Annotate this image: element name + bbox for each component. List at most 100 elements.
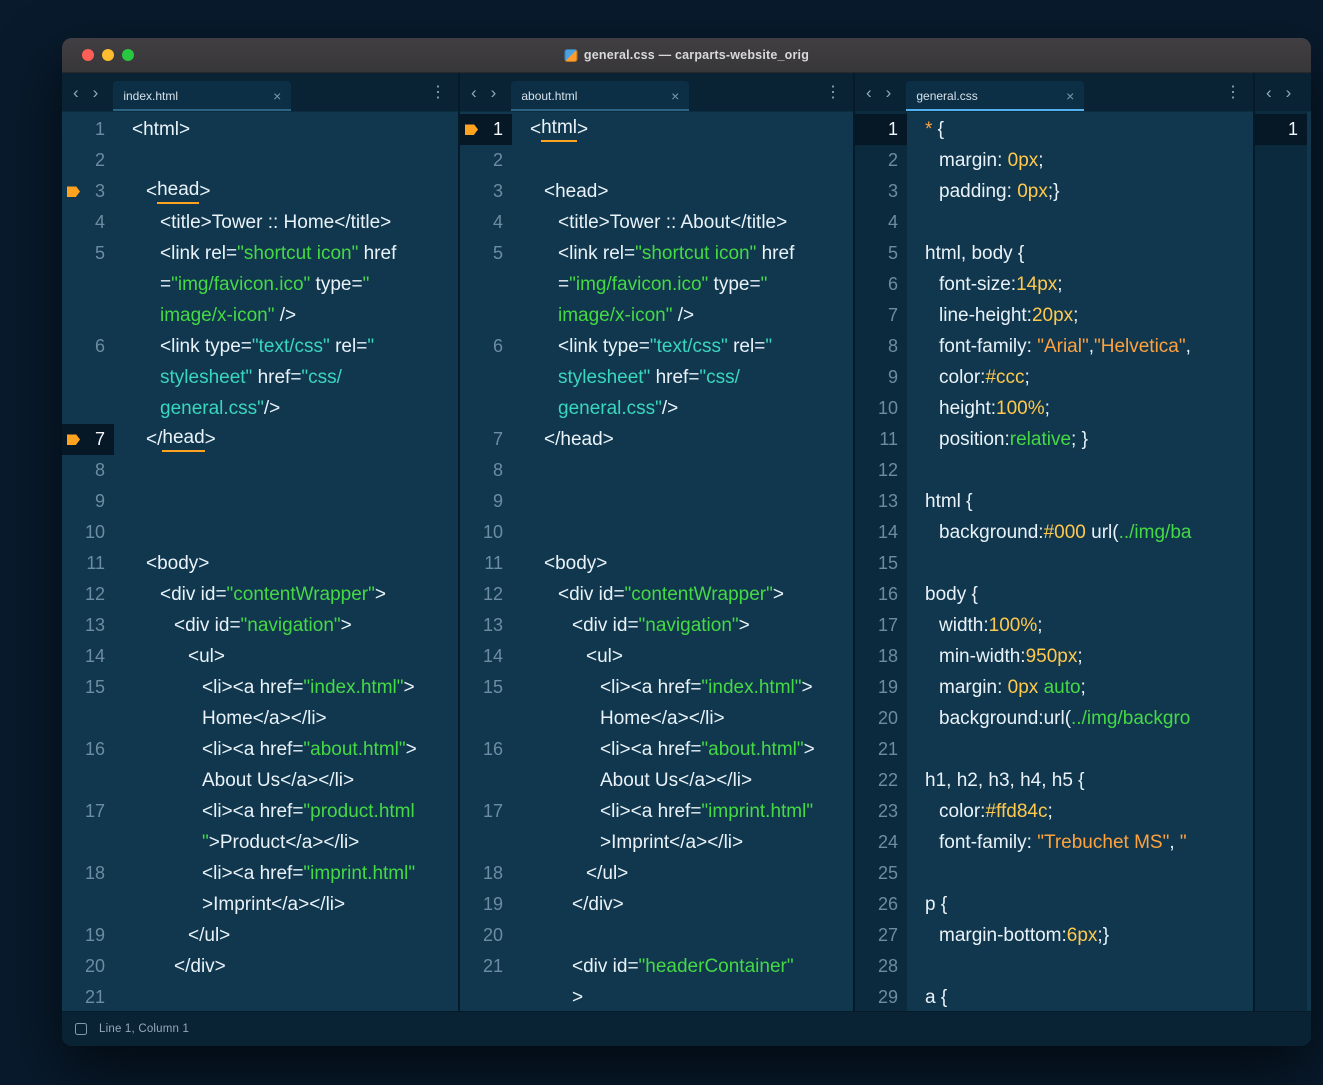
line-number[interactable]: 20	[460, 920, 512, 951]
line-number[interactable]: 10	[855, 393, 907, 424]
code-line[interactable]: image/x-icon" />	[512, 300, 853, 331]
line-number[interactable]: 13	[460, 610, 512, 641]
code-line[interactable]: padding: 0px;}	[907, 176, 1253, 207]
line-number[interactable]: 5	[62, 238, 114, 269]
code-line[interactable]: About Us</a></li>	[114, 765, 458, 796]
nav-back-icon[interactable]: ‹	[466, 84, 482, 101]
code-line[interactable]: <div id="navigation">	[512, 610, 853, 641]
code-line[interactable]: line-height:20px;	[907, 300, 1253, 331]
code-line[interactable]: body {	[907, 579, 1253, 610]
code-line[interactable]: background:url(../img/backgro	[907, 703, 1253, 734]
sidebar-toggle-icon[interactable]	[75, 1023, 87, 1035]
line-number[interactable]: 16	[460, 734, 512, 765]
code-line[interactable]: </ul>	[512, 858, 853, 889]
code-line[interactable]: <ul>	[512, 641, 853, 672]
code-line[interactable]	[907, 734, 1253, 765]
code-line[interactable]: <li><a href="index.html">	[114, 672, 458, 703]
line-number[interactable]: 24	[855, 827, 907, 858]
close-tab-icon[interactable]: ×	[671, 89, 679, 103]
line-number[interactable]: 17	[62, 796, 114, 827]
code-line[interactable]	[907, 455, 1253, 486]
line-number[interactable]: 8	[855, 331, 907, 362]
line-number[interactable]: 20	[62, 951, 114, 982]
line-number[interactable]: 14	[855, 517, 907, 548]
code-line[interactable]: <head>	[512, 176, 853, 207]
line-number[interactable]: 21	[855, 734, 907, 765]
line-number[interactable]	[460, 393, 512, 424]
line-number[interactable]: 12	[855, 455, 907, 486]
code-line[interactable]: About Us</a></li>	[512, 765, 853, 796]
line-number[interactable]: 12	[460, 579, 512, 610]
code-line[interactable]	[512, 455, 853, 486]
tab-overflow-icon[interactable]: ⋮	[1219, 82, 1247, 102]
line-number[interactable]: 11	[460, 548, 512, 579]
code-line[interactable]: font-family: "Arial","Helvetica",	[907, 331, 1253, 362]
line-number[interactable]: 10	[460, 517, 512, 548]
line-number[interactable]: 19	[855, 672, 907, 703]
code-line[interactable]: general.css"/>	[114, 393, 458, 424]
line-number[interactable]: 5	[855, 238, 907, 269]
line-number[interactable]	[460, 703, 512, 734]
code-line[interactable]: ="img/favicon.ico" type="	[114, 269, 458, 300]
code-line[interactable]: </ul>	[114, 920, 458, 951]
line-number[interactable]: 8	[460, 455, 512, 486]
code-line[interactable]	[512, 145, 853, 176]
close-tab-icon[interactable]: ×	[273, 89, 281, 103]
line-number[interactable]: 1	[1255, 114, 1307, 145]
line-number[interactable]: 28	[855, 951, 907, 982]
line-number[interactable]: 9	[62, 486, 114, 517]
line-number[interactable]	[62, 765, 114, 796]
line-number[interactable]: 11	[855, 424, 907, 455]
line-number[interactable]: 15	[62, 672, 114, 703]
line-number[interactable]: 29	[855, 982, 907, 1011]
zoom-window-button[interactable]	[122, 49, 134, 61]
code-line[interactable]: <li><a href="about.html">	[114, 734, 458, 765]
line-number[interactable]	[460, 827, 512, 858]
code-line[interactable]: ">Product</a></li>	[114, 827, 458, 858]
tab-overflow-icon[interactable]: ⋮	[424, 82, 452, 102]
code-line[interactable]	[907, 858, 1253, 889]
code-line[interactable]	[512, 486, 853, 517]
window-titlebar[interactable]: general.css — carparts-website_orig	[62, 38, 1311, 73]
line-number[interactable]: 2	[855, 145, 907, 176]
line-number[interactable]: 17	[855, 610, 907, 641]
code-line[interactable]: <link type="text/css" rel="	[512, 331, 853, 362]
line-number[interactable]: 6	[460, 331, 512, 362]
close-window-button[interactable]	[82, 49, 94, 61]
line-number[interactable]	[460, 300, 512, 331]
line-number[interactable]: 27	[855, 920, 907, 951]
code-line[interactable]: </head>	[114, 424, 458, 455]
line-number[interactable]: 25	[855, 858, 907, 889]
line-number[interactable]: 7	[62, 424, 114, 455]
line-number[interactable]: 19	[62, 920, 114, 951]
code-line[interactable]: position:relative; }	[907, 424, 1253, 455]
tab-overflow-icon[interactable]: ⋮	[819, 82, 847, 102]
code-line[interactable]: </head>	[512, 424, 853, 455]
code-line[interactable]: margin: 0px;	[907, 145, 1253, 176]
line-number[interactable]: 4	[62, 207, 114, 238]
code-line[interactable]	[114, 455, 458, 486]
code-line[interactable]: <div id="headerContainer"	[512, 951, 853, 982]
code-line[interactable]: stylesheet" href="css/	[114, 362, 458, 393]
line-number[interactable]: 3	[62, 176, 114, 207]
code-line[interactable]: * {	[907, 114, 1253, 145]
nav-forward-icon[interactable]: ›	[881, 84, 897, 101]
line-number[interactable]	[460, 362, 512, 393]
code-line[interactable]	[114, 145, 458, 176]
code-line[interactable]: html {	[907, 486, 1253, 517]
nav-back-icon[interactable]: ‹	[68, 84, 84, 101]
line-number[interactable]: 9	[855, 362, 907, 393]
code-line[interactable]: <link type="text/css" rel="	[114, 331, 458, 362]
line-number[interactable]: 10	[62, 517, 114, 548]
code-line[interactable]: </div>	[512, 889, 853, 920]
code-line[interactable]: min-width:950px;	[907, 641, 1253, 672]
code-line[interactable]: Home</a></li>	[512, 703, 853, 734]
code-line[interactable]: <head>	[114, 176, 458, 207]
line-number[interactable]: 26	[855, 889, 907, 920]
line-number[interactable]: 2	[460, 145, 512, 176]
code-line[interactable]: width:100%;	[907, 610, 1253, 641]
line-number[interactable]: 3	[460, 176, 512, 207]
line-number[interactable]: 6	[855, 269, 907, 300]
code-line[interactable]: <html>	[114, 114, 458, 145]
code-line[interactable]	[114, 517, 458, 548]
